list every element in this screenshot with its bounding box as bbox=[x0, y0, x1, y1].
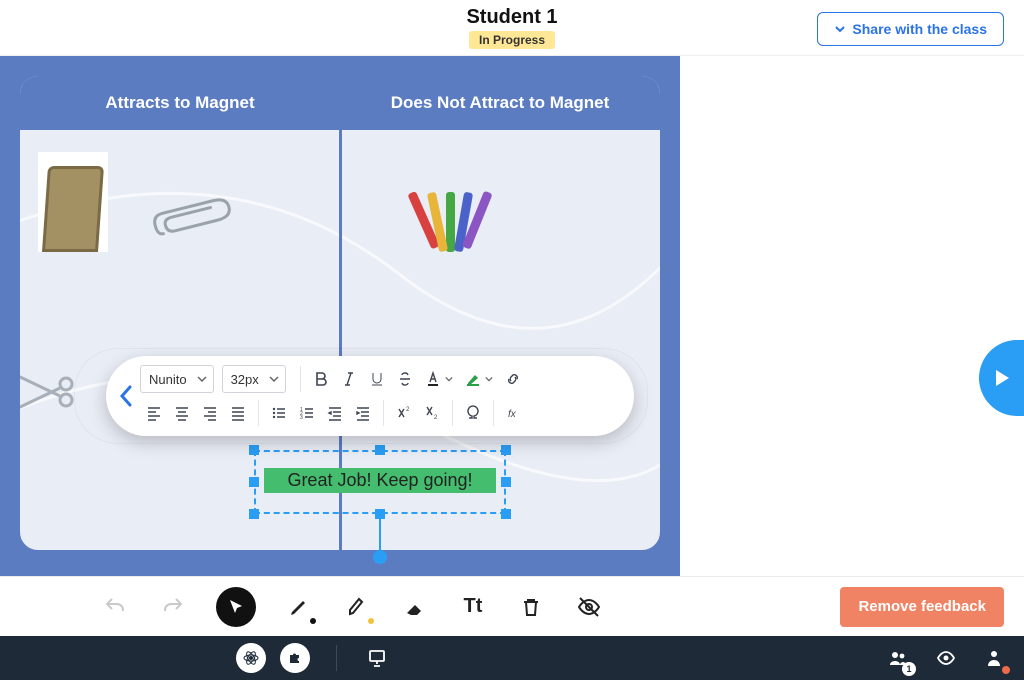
header: Student 1 In Progress Share with the cla… bbox=[0, 0, 1024, 56]
font-family-select[interactable]: Nunito bbox=[140, 365, 214, 393]
pen-icon bbox=[287, 595, 311, 619]
trash-button[interactable] bbox=[516, 592, 546, 622]
bold-button[interactable] bbox=[307, 365, 335, 393]
resize-handle[interactable] bbox=[375, 445, 385, 455]
resize-handle[interactable] bbox=[249, 445, 259, 455]
atom-button[interactable] bbox=[236, 643, 266, 673]
play-icon bbox=[993, 368, 1011, 388]
rotate-line bbox=[379, 514, 381, 550]
font-family-value: Nunito bbox=[149, 372, 187, 387]
presentation-button[interactable] bbox=[363, 644, 391, 672]
cursor-icon bbox=[227, 598, 245, 616]
superscript-button[interactable]: 2 bbox=[390, 399, 418, 427]
atom-icon bbox=[243, 650, 259, 666]
omega-button[interactable] bbox=[459, 399, 487, 427]
svg-text:2: 2 bbox=[406, 407, 410, 413]
chevron-down-icon[interactable] bbox=[485, 375, 493, 383]
redo-button[interactable] bbox=[158, 592, 188, 622]
undo-icon bbox=[103, 595, 127, 619]
resize-handle[interactable] bbox=[501, 509, 511, 519]
undo-button[interactable] bbox=[100, 592, 130, 622]
notification-dot bbox=[1002, 666, 1010, 674]
share-button[interactable]: Share with the class bbox=[817, 12, 1004, 46]
eye-off-icon bbox=[577, 595, 601, 619]
status-badge: In Progress bbox=[469, 31, 555, 49]
play-button[interactable] bbox=[979, 340, 1024, 416]
highlighter-tool[interactable] bbox=[342, 592, 372, 622]
column-header-left: Attracts to Magnet bbox=[20, 76, 340, 130]
highlight-button[interactable] bbox=[459, 365, 487, 393]
font-size-value: 32px bbox=[231, 372, 259, 387]
eraser-icon bbox=[403, 595, 427, 619]
column-header-right: Does Not Attract to Magnet bbox=[340, 76, 660, 130]
chevron-down-icon bbox=[269, 374, 279, 384]
toolbar: Tt Remove feedback bbox=[0, 576, 1024, 636]
align-justify-button[interactable] bbox=[224, 399, 252, 427]
resize-handle[interactable] bbox=[501, 477, 511, 487]
person-button[interactable] bbox=[980, 644, 1008, 672]
svg-text:3: 3 bbox=[300, 415, 303, 421]
item-scissors[interactable] bbox=[18, 368, 84, 416]
eye-button[interactable] bbox=[932, 644, 960, 672]
chevron-down-icon[interactable] bbox=[445, 375, 453, 383]
feedback-text[interactable]: Great Job! Keep going! bbox=[264, 468, 496, 493]
puzzle-button[interactable] bbox=[280, 643, 310, 673]
link-button[interactable] bbox=[499, 365, 527, 393]
font-size-select[interactable]: 32px bbox=[222, 365, 286, 393]
eye-icon bbox=[936, 648, 956, 668]
underline-button[interactable] bbox=[363, 365, 391, 393]
text-toolbar[interactable]: Nunito 32px bbox=[106, 356, 634, 436]
chevron-down-icon bbox=[834, 23, 846, 35]
bullet-list-button[interactable] bbox=[265, 399, 293, 427]
puzzle-icon bbox=[287, 650, 303, 666]
person-icon bbox=[984, 648, 1004, 668]
resize-handle[interactable] bbox=[501, 445, 511, 455]
svg-text:2: 2 bbox=[434, 415, 438, 421]
cursor-tool[interactable] bbox=[216, 587, 256, 627]
numbered-list-button[interactable]: 123 bbox=[293, 399, 321, 427]
italic-button[interactable] bbox=[335, 365, 363, 393]
toolbar-back-button[interactable] bbox=[112, 356, 140, 436]
resize-handle[interactable] bbox=[249, 477, 259, 487]
feedback-text-box[interactable]: Great Job! Keep going! bbox=[254, 450, 506, 514]
text-color-button[interactable] bbox=[419, 365, 447, 393]
canvas-area: Attracts to Magnet Does Not Attract to M… bbox=[0, 56, 1024, 576]
resize-handle[interactable] bbox=[249, 509, 259, 519]
share-label: Share with the class bbox=[852, 21, 987, 37]
bottom-bar: 1 bbox=[0, 636, 1024, 680]
item-paper-clip[interactable] bbox=[146, 184, 240, 247]
align-right-button[interactable] bbox=[196, 399, 224, 427]
trash-icon bbox=[519, 595, 543, 619]
group-button[interactable]: 1 bbox=[884, 644, 912, 672]
rotate-handle[interactable] bbox=[373, 550, 387, 564]
item-crayons[interactable] bbox=[395, 180, 505, 252]
item-folding-chair[interactable] bbox=[38, 152, 108, 252]
text-tool[interactable]: Tt bbox=[458, 592, 488, 622]
eraser-tool[interactable] bbox=[400, 592, 430, 622]
subscript-button[interactable]: 2 bbox=[418, 399, 446, 427]
pen-tool[interactable] bbox=[284, 592, 314, 622]
align-left-button[interactable] bbox=[140, 399, 168, 427]
redo-icon bbox=[161, 595, 185, 619]
remove-feedback-button[interactable]: Remove feedback bbox=[840, 587, 1004, 627]
align-center-button[interactable] bbox=[168, 399, 196, 427]
group-count-badge: 1 bbox=[902, 662, 916, 676]
presentation-icon bbox=[367, 648, 387, 668]
visibility-off-button[interactable] bbox=[574, 592, 604, 622]
chevron-down-icon bbox=[197, 374, 207, 384]
highlighter-icon bbox=[345, 595, 369, 619]
indent-decrease-button[interactable] bbox=[321, 399, 349, 427]
indent-increase-button[interactable] bbox=[349, 399, 377, 427]
fx-button[interactable]: fx bbox=[500, 399, 528, 427]
strike-button[interactable] bbox=[391, 365, 419, 393]
svg-text:fx: fx bbox=[508, 409, 517, 420]
